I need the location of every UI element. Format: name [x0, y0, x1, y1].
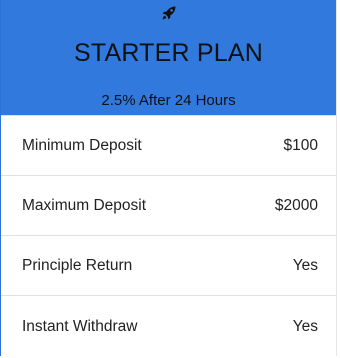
detail-row-principle-return: Principle Return Yes: [1, 236, 336, 296]
detail-value: Yes: [292, 256, 318, 274]
plan-card: STARTER PLAN 2.5% After 24 Hours Minimum…: [0, 0, 337, 356]
detail-label: Maximum Deposit: [22, 196, 147, 214]
detail-row-instant-withdraw: Instant Withdraw Yes: [1, 296, 336, 358]
plan-title: STARTER PLAN: [73, 39, 264, 67]
detail-value: Yes: [292, 318, 318, 335]
plan-subtitle: 2.5% After 24 Hours: [101, 92, 236, 109]
detail-row-minimum-deposit: Minimum Deposit $100: [1, 116, 336, 176]
detail-row-maximum-deposit: Maximum Deposit $2000: [1, 176, 336, 236]
plan-details-list: Minimum Deposit $100 Maximum Deposit $20…: [1, 116, 336, 358]
detail-value: $100: [283, 136, 318, 154]
plan-header: STARTER PLAN 2.5% After 24 Hours: [1, 0, 336, 116]
detail-label: Minimum Deposit: [22, 136, 142, 154]
detail-label: Instant Withdraw: [22, 318, 138, 335]
rocket-icon: [161, 5, 177, 21]
detail-value: $2000: [274, 196, 318, 214]
detail-label: Principle Return: [22, 256, 133, 274]
